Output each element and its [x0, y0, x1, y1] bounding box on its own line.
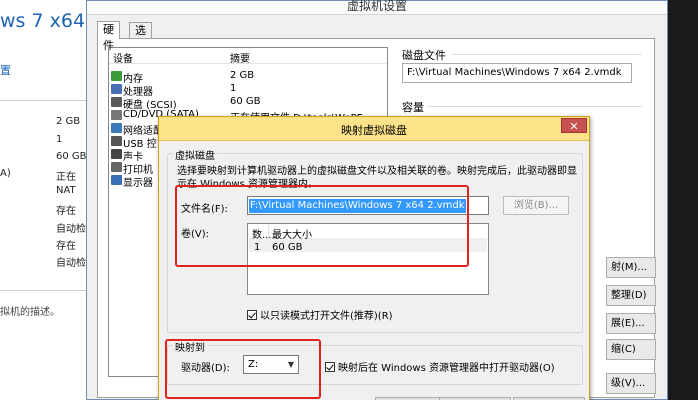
open-in-explorer-checkbox[interactable]: 映射后在 Windows 资源管理器中打开驱动器(O): [325, 359, 555, 374]
disk-file-field: F:\Virtual Machines\Windows 7 x64 2.vmdk: [402, 63, 632, 83]
tab-options[interactable]: 选项: [129, 22, 152, 53]
device-row[interactable]: 处理器 1: [109, 83, 387, 98]
group-line: [452, 54, 642, 55]
cd-dvd-icon: [111, 110, 122, 120]
device-summary: 60 GB: [230, 96, 261, 107]
expand-button[interactable]: 展(E)...: [606, 313, 656, 334]
memory-icon: [111, 71, 122, 81]
description-line: 选择要映射到计算机驱动器上的虚拟磁盘文件以及相关联的卷。映射完成后，此驱动器即显: [177, 166, 577, 177]
summary-value: 正在: [56, 172, 76, 183]
device-summary: 1: [230, 83, 237, 94]
compact-button[interactable]: 缩(C): [606, 339, 656, 360]
checkbox-checked-icon[interactable]: [325, 362, 335, 372]
annotation-box-filename-volume: [175, 185, 469, 267]
printer-icon: [111, 162, 122, 172]
browse-button[interactable]: 浏览(B)...: [503, 196, 569, 215]
device-column-header[interactable]: 设备: [113, 50, 133, 65]
summary-value: 自动检: [56, 258, 86, 269]
summary-value: NAT: [56, 185, 76, 196]
summary-label: A): [0, 168, 11, 179]
capacity-label: 容量: [402, 101, 424, 114]
map-dialog-titlebar[interactable]: 映射虚拟磁盘 ✕: [159, 117, 589, 141]
summary-value: 1: [56, 134, 63, 145]
summary-value: 60 GB: [56, 151, 87, 162]
device-name: 显示器: [123, 178, 153, 189]
display-icon: [111, 175, 122, 185]
tab-hardware[interactable]: 硬件: [97, 21, 120, 52]
cpu-icon: [111, 84, 122, 94]
checkbox-checked-icon[interactable]: [247, 310, 257, 320]
network-icon: [111, 123, 122, 133]
divider: [0, 290, 90, 291]
hard-disk-icon: [111, 97, 122, 107]
virtual-disk-group-title: 虚拟磁盘: [173, 147, 217, 162]
divider: [0, 100, 90, 101]
close-icon: ✕: [569, 120, 579, 133]
close-button[interactable]: ✕: [561, 118, 587, 133]
vm-description: 拟机的描述。: [0, 307, 60, 318]
advanced-button[interactable]: 级(V)...: [606, 373, 656, 394]
summary-column-header[interactable]: 摘要: [230, 50, 250, 65]
background-dark-area: [668, 0, 698, 400]
edit-settings-link[interactable]: 置: [0, 62, 11, 78]
readonly-label: 以只读模式打开文件(推荐)(R): [260, 311, 393, 322]
summary-value: 2 GB: [56, 116, 81, 127]
disk-file-label: 磁盘文件: [402, 49, 446, 62]
annotation-box-drive: [165, 339, 321, 399]
device-row[interactable]: 硬盘 (SCSI) 60 GB: [109, 96, 387, 111]
sound-icon: [111, 149, 122, 159]
device-summary: 2 GB: [230, 70, 255, 81]
vm-settings-title: 虚拟机设置: [346, 0, 407, 13]
defragment-button[interactable]: 整理(D): [606, 285, 656, 306]
summary-value: 存在: [56, 206, 76, 217]
map-dialog-title: 映射虚拟磁盘: [341, 124, 407, 137]
summary-value: 自动检: [56, 224, 86, 235]
map-virtual-disk-dialog: 映射虚拟磁盘 ✕ 虚拟磁盘 选择要映射到计算机驱动器上的虚拟磁盘文件以及相关联的…: [158, 116, 590, 400]
device-list-header: 设备 摘要: [109, 48, 387, 65]
group-line: [428, 106, 642, 107]
open-in-explorer-label: 映射后在 Windows 资源管理器中打开驱动器(O): [338, 363, 555, 374]
map-button[interactable]: 射(M)...: [606, 257, 656, 278]
readonly-checkbox[interactable]: 以只读模式打开文件(推荐)(R): [247, 307, 393, 322]
device-row[interactable]: 内存 2 GB: [109, 70, 387, 85]
summary-value: 存在: [56, 241, 76, 252]
vm-settings-titlebar[interactable]: 虚拟机设置: [87, 0, 667, 15]
usb-icon: [111, 136, 122, 146]
background-vm-summary: ws 7 x64 2 置 2 GB 1 60 GB A) 正在 NAT 存在 自…: [0, 0, 103, 400]
